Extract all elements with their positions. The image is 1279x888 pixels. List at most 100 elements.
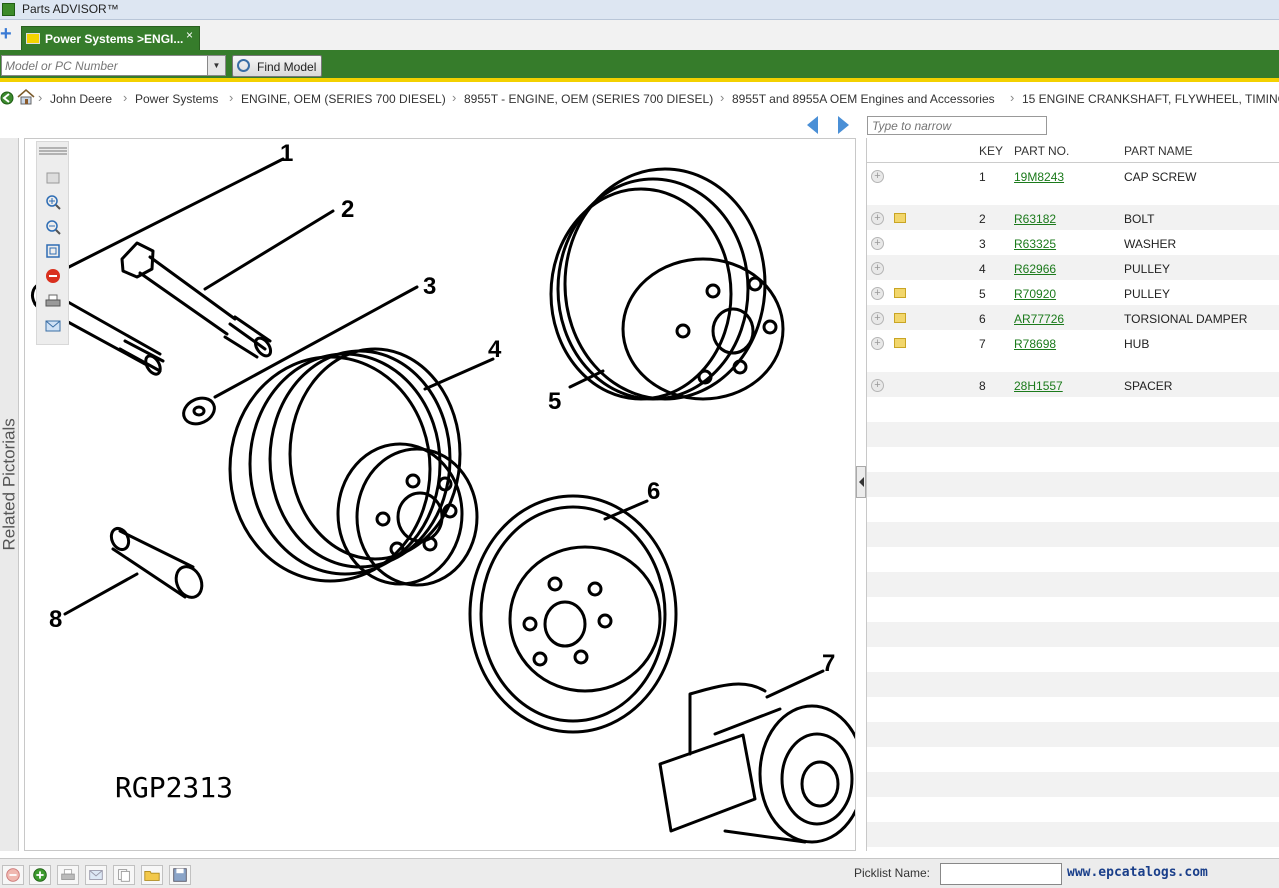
callout-8: 8 <box>49 606 62 633</box>
row-part-number[interactable]: 19M8243 <box>1014 170 1064 184</box>
tab-power-systems[interactable]: Power Systems >ENGI... × <box>21 26 200 50</box>
print-icon[interactable] <box>57 865 79 885</box>
column-header-key[interactable]: KEY <box>979 144 1003 158</box>
toolbar-handle-icon[interactable] <box>39 146 69 156</box>
email-icon[interactable] <box>45 318 61 334</box>
add-to-picklist-icon[interactable]: + <box>871 212 884 225</box>
row-key: 8 <box>979 379 986 393</box>
note-icon[interactable] <box>894 338 906 348</box>
row-part-number[interactable]: 28H1557 <box>1014 379 1063 393</box>
watermark-text: www.epcatalogs.com <box>1067 865 1208 880</box>
previous-arrow-icon[interactable] <box>807 116 818 134</box>
fit-to-page-icon[interactable] <box>45 243 61 259</box>
row-part-name: PULLEY <box>1124 262 1171 276</box>
collapse-arrow-icon <box>859 477 864 487</box>
add-to-picklist-icon[interactable]: + <box>871 262 884 275</box>
column-header-part-no[interactable]: PART NO. <box>1014 144 1069 158</box>
breadcrumb-john-deere[interactable]: John Deere <box>50 92 112 106</box>
model-search-input[interactable] <box>1 55 208 76</box>
remove-icon[interactable] <box>2 865 24 885</box>
row-key: 5 <box>979 287 986 301</box>
clear-icon[interactable] <box>45 268 61 284</box>
note-icon[interactable] <box>894 313 906 323</box>
column-header-part-name[interactable]: PART NAME <box>1124 144 1193 158</box>
email-icon[interactable] <box>85 865 107 885</box>
illustration-code: RGP2313 <box>115 771 233 804</box>
callout-4: 4 <box>488 336 502 363</box>
add-to-picklist-icon[interactable]: + <box>871 312 884 325</box>
breadcrumb-separator: › <box>720 90 725 105</box>
row-key: 3 <box>979 237 986 251</box>
search-toolbar: ▼ Find Model <box>0 50 1279 82</box>
row-key: 6 <box>979 312 986 326</box>
note-icon[interactable] <box>894 288 906 298</box>
row-part-name: WASHER <box>1124 237 1177 251</box>
save-icon[interactable] <box>169 865 191 885</box>
row-part-number[interactable]: R63325 <box>1014 237 1056 251</box>
picklist-label: Picklist Name: <box>854 866 931 880</box>
breadcrumb: › John Deere › Power Systems › ENGINE, O… <box>0 87 1279 111</box>
parts-diagram: 1 2 3 4 5 6 7 8 RGP2313 <box>30 140 855 844</box>
new-tab-icon[interactable]: + <box>0 24 12 44</box>
row-part-name: CAP SCREW <box>1124 170 1197 184</box>
back-icon[interactable] <box>0 91 14 105</box>
chevron-down-icon[interactable]: ▼ <box>207 55 226 76</box>
print-icon[interactable] <box>45 293 61 309</box>
callout-6: 6 <box>647 478 660 505</box>
row-key: 7 <box>979 337 986 351</box>
viewer-toolbar <box>36 141 69 345</box>
open-folder-icon[interactable] <box>141 865 163 885</box>
add-to-picklist-icon[interactable]: + <box>871 287 884 300</box>
breadcrumb-oem-engines[interactable]: 8955T and 8955A OEM Engines and Accessor… <box>732 92 995 106</box>
tab-bar: + Power Systems >ENGI... × <box>0 20 1279 50</box>
breadcrumb-crankshaft[interactable]: 15 ENGINE CRANKSHAFT, FLYWHEEL, TIMING <box>1022 92 1279 106</box>
table-header: KEY PART NO. PART NAME <box>867 138 1279 163</box>
breadcrumb-power-systems[interactable]: Power Systems <box>135 92 218 106</box>
add-to-picklist-icon[interactable]: + <box>871 237 884 250</box>
add-to-picklist-icon[interactable]: + <box>871 337 884 350</box>
close-tab-icon[interactable]: × <box>186 28 193 42</box>
add-to-picklist-icon[interactable]: + <box>871 170 884 183</box>
next-arrow-icon[interactable] <box>838 116 849 134</box>
breadcrumb-separator: › <box>1010 90 1015 105</box>
row-part-number[interactable]: R70920 <box>1014 287 1056 301</box>
callout-3: 3 <box>423 273 436 300</box>
copy-icon[interactable] <box>113 865 135 885</box>
callout-7: 7 <box>822 650 835 677</box>
row-key: 1 <box>979 170 986 184</box>
find-model-button[interactable]: Find Model <box>232 55 322 77</box>
breadcrumb-8955t-engine[interactable]: 8955T - ENGINE, OEM (SERIES 700 DIESEL) <box>464 92 713 106</box>
add-to-picklist-icon[interactable]: + <box>871 379 884 392</box>
note-icon[interactable] <box>894 213 906 223</box>
related-pictorials-label: Related Pictorials <box>0 418 19 551</box>
zoom-in-icon[interactable] <box>45 194 61 210</box>
callout-2: 2 <box>341 196 354 223</box>
breadcrumb-separator: › <box>38 90 43 105</box>
home-icon[interactable] <box>17 89 35 105</box>
zoom-out-icon[interactable] <box>45 219 61 235</box>
narrow-filter-input[interactable] <box>867 116 1047 135</box>
callout-5: 5 <box>548 388 561 415</box>
row-part-name: BOLT <box>1124 212 1155 226</box>
row-part-number[interactable]: R78698 <box>1014 337 1056 351</box>
pulley-large-drawing <box>228 347 495 587</box>
row-part-name: SPACER <box>1124 379 1173 393</box>
add-icon[interactable] <box>29 865 51 885</box>
breadcrumb-engine-oem[interactable]: ENGINE, OEM (SERIES 700 DIESEL) <box>241 92 446 106</box>
breadcrumb-separator: › <box>452 90 457 105</box>
row-part-number[interactable]: R62966 <box>1014 262 1056 276</box>
illustration-viewer[interactable]: 1 2 3 4 5 6 7 8 RGP2313 <box>24 138 856 851</box>
picklist-name-input[interactable] <box>940 863 1062 885</box>
tab-label: Power Systems >ENGI... <box>45 32 184 46</box>
app-logo-icon <box>2 3 15 16</box>
row-part-name: HUB <box>1124 337 1150 351</box>
panel-splitter[interactable] <box>856 466 866 498</box>
thumbnail-icon[interactable] <box>45 170 61 186</box>
breadcrumb-separator: › <box>229 90 234 105</box>
row-part-number[interactable]: AR77726 <box>1014 312 1064 326</box>
hub-drawing <box>658 669 855 844</box>
callout-1: 1 <box>280 140 293 167</box>
row-part-number[interactable]: R63182 <box>1014 212 1056 226</box>
search-icon <box>237 59 250 72</box>
related-pictorials-panel[interactable]: Related Pictorials <box>0 138 19 851</box>
